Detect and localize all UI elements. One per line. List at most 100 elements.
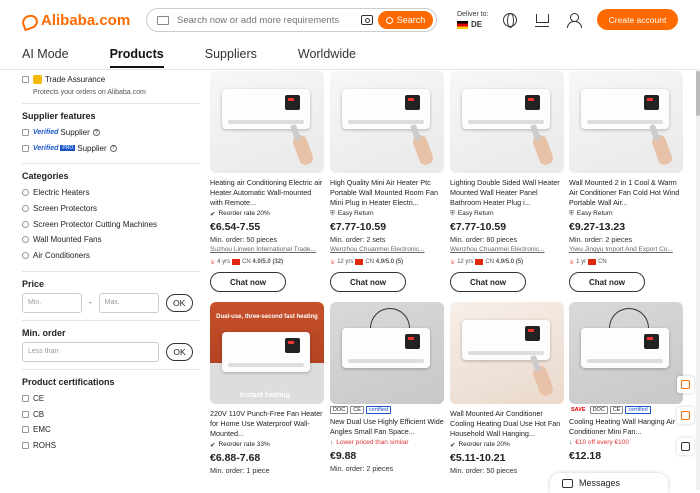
verified-supplier-filter[interactable]: Verified Supplier ?: [22, 125, 200, 141]
messages-button[interactable]: Messages: [550, 473, 668, 493]
product-highlight: ✔ Reorder rate 33%: [210, 439, 324, 450]
verified-pro-checkbox[interactable]: [22, 144, 29, 152]
product-card[interactable]: Lighting Double Sided Wall Heater Mounte…: [450, 71, 564, 292]
supplier-link[interactable]: Yiwu Jingyu Import And Export Co...: [569, 246, 683, 257]
category-radio[interactable]: [22, 189, 29, 197]
category-item[interactable]: Electric Heaters: [22, 185, 200, 201]
camera-icon[interactable]: [361, 15, 373, 25]
product-card[interactable]: Dual-use, three-second fast heating Insta…: [210, 302, 324, 476]
tab-suppliers[interactable]: Suppliers: [205, 47, 257, 68]
product-image[interactable]: [450, 71, 564, 173]
category-item[interactable]: Screen Protectors: [22, 201, 200, 217]
category-label: Screen Protector Cutting Machines: [33, 219, 158, 229]
category-radio[interactable]: [22, 220, 29, 228]
product-image[interactable]: [569, 71, 683, 173]
supplier-link[interactable]: Wenzhou Chuanmei Electronic...: [330, 246, 444, 257]
search-input[interactable]: [177, 14, 347, 26]
badge: DOC: [589, 405, 608, 414]
cord-image: [609, 308, 649, 328]
product-image[interactable]: [210, 71, 324, 173]
cert-item[interactable]: EMC: [22, 422, 200, 438]
cert-item[interactable]: CB: [22, 406, 200, 422]
trade-assurance-filter[interactable]: Trade Assurance: [22, 72, 200, 88]
chat-now-button[interactable]: Chat now: [330, 272, 406, 292]
product-title[interactable]: New Dual Use Highly Efficient Wide Angle…: [330, 417, 444, 437]
tab-products[interactable]: Products: [109, 47, 164, 68]
category-radio[interactable]: [22, 252, 29, 260]
product-image[interactable]: [330, 71, 444, 173]
search-button[interactable]: Search: [378, 11, 433, 29]
divider: [22, 270, 200, 272]
cert-checkbox[interactable]: [22, 441, 29, 449]
help-icon[interactable]: ?: [109, 144, 117, 152]
product-title[interactable]: Heating air Conditioning Electric air He…: [210, 178, 324, 208]
product-card[interactable]: Wall Mounted 2 in 1 Cool & Warm Air Cond…: [569, 71, 683, 292]
category-radio[interactable]: [22, 205, 29, 213]
floating-action-1[interactable]: [677, 376, 694, 393]
product-title[interactable]: Lighting Double Sided Wall Heater Mounte…: [450, 178, 564, 208]
cert-checkbox[interactable]: [22, 426, 29, 434]
category-radio[interactable]: [22, 236, 29, 244]
supplier-link[interactable]: Suzhou Linwen International Trade...: [210, 246, 324, 257]
product-title[interactable]: 220V 110V Punch-Free Fan Heater for Home…: [210, 409, 324, 439]
product-image[interactable]: [450, 302, 564, 404]
filter-sidebar: Trade Assurance Protects your orders on …: [22, 72, 200, 453]
cert-checkbox[interactable]: [22, 394, 29, 402]
deliver-to[interactable]: Deliver to: DE: [457, 10, 489, 30]
min-order-input[interactable]: Less than: [22, 341, 159, 362]
page-scrollbar[interactable]: [696, 69, 700, 490]
product-card[interactable]: SAVE DOC CE certified Cooling Heating Wall …: [569, 302, 683, 474]
supplier-years: 12 yrs: [457, 259, 474, 265]
floating-action-3[interactable]: [677, 438, 694, 455]
cart-icon[interactable]: [535, 13, 549, 27]
price-ok-button[interactable]: OK: [165, 293, 193, 312]
category-item[interactable]: Air Conditioners: [22, 248, 200, 264]
product-image[interactable]: [569, 302, 683, 404]
chat-now-button[interactable]: Chat now: [210, 272, 286, 292]
alibaba-logo[interactable]: Alibaba.com: [22, 10, 130, 30]
category-item[interactable]: Wall Mounted Fans: [22, 232, 200, 248]
cert-label: ROHS: [33, 440, 57, 450]
chat-now-button[interactable]: Chat now: [450, 272, 526, 292]
product-card[interactable]: Wall Mounted Air Conditioner Cooling Hea…: [450, 302, 564, 476]
years-badge-icon: ♛: [450, 259, 456, 266]
tab-ai-mode[interactable]: AI Mode: [22, 47, 69, 68]
verified-pro-supplier-filter[interactable]: Verified PRO Supplier ?: [22, 140, 200, 156]
scrollbar-thumb[interactable]: [696, 71, 700, 116]
cert-item[interactable]: ROHS: [22, 438, 200, 454]
tab-worldwide[interactable]: Worldwide: [298, 47, 356, 68]
product-image[interactable]: [330, 302, 444, 404]
trade-assurance-checkbox[interactable]: [22, 76, 29, 84]
price-min-input[interactable]: Min.: [22, 292, 82, 313]
floating-action-2[interactable]: [677, 407, 694, 424]
create-account-button[interactable]: Create account: [597, 9, 678, 30]
category-item[interactable]: Screen Protector Cutting Machines: [22, 216, 200, 232]
min-order-ok-button[interactable]: OK: [166, 342, 193, 361]
range-dash: -: [89, 298, 92, 307]
supplier-meta: ♛ 12 yrs CN 4.9/5.0 (5): [450, 257, 564, 267]
verified-supplier-checkbox[interactable]: [22, 129, 29, 137]
product-card[interactable]: High Quality Mini Air Heater Ptc Portabl…: [330, 71, 444, 292]
price-max-input[interactable]: Max.: [98, 292, 159, 313]
product-title[interactable]: Wall Mounted Air Conditioner Cooling Hea…: [450, 409, 564, 439]
cert-label: EMC: [33, 425, 51, 435]
globe-icon[interactable]: [503, 13, 517, 28]
heater-image: [342, 89, 430, 129]
product-title[interactable]: High Quality Mini Air Heater Ptc Portabl…: [330, 178, 444, 208]
product-card[interactable]: DOC CE certified New Dual Use Highly Effic…: [330, 302, 444, 474]
product-title[interactable]: Wall Mounted 2 in 1 Cool & Warm Air Cond…: [569, 178, 683, 208]
china-flag-icon: [355, 259, 364, 265]
heater-image: [222, 89, 310, 129]
chat-now-button[interactable]: Chat now: [569, 272, 645, 292]
cert-item[interactable]: CE: [22, 391, 200, 407]
verified-badge: Verified: [33, 129, 59, 137]
user-icon[interactable]: [567, 13, 582, 28]
cert-checkbox[interactable]: [22, 410, 29, 418]
verified-badge: Verified: [33, 144, 59, 152]
product-image[interactable]: Dual-use, three-second fast heating Insta…: [210, 302, 324, 404]
help-icon[interactable]: ?: [92, 129, 100, 137]
product-card[interactable]: Heating air Conditioning Electric air He…: [210, 71, 324, 292]
product-moq: Min. order: 2 pieces: [569, 235, 633, 244]
supplier-link[interactable]: Wenzhou Chuanmei Electronic...: [450, 246, 564, 257]
product-title[interactable]: Cooling Heating Wall Hanging Air Conditi…: [569, 417, 683, 437]
